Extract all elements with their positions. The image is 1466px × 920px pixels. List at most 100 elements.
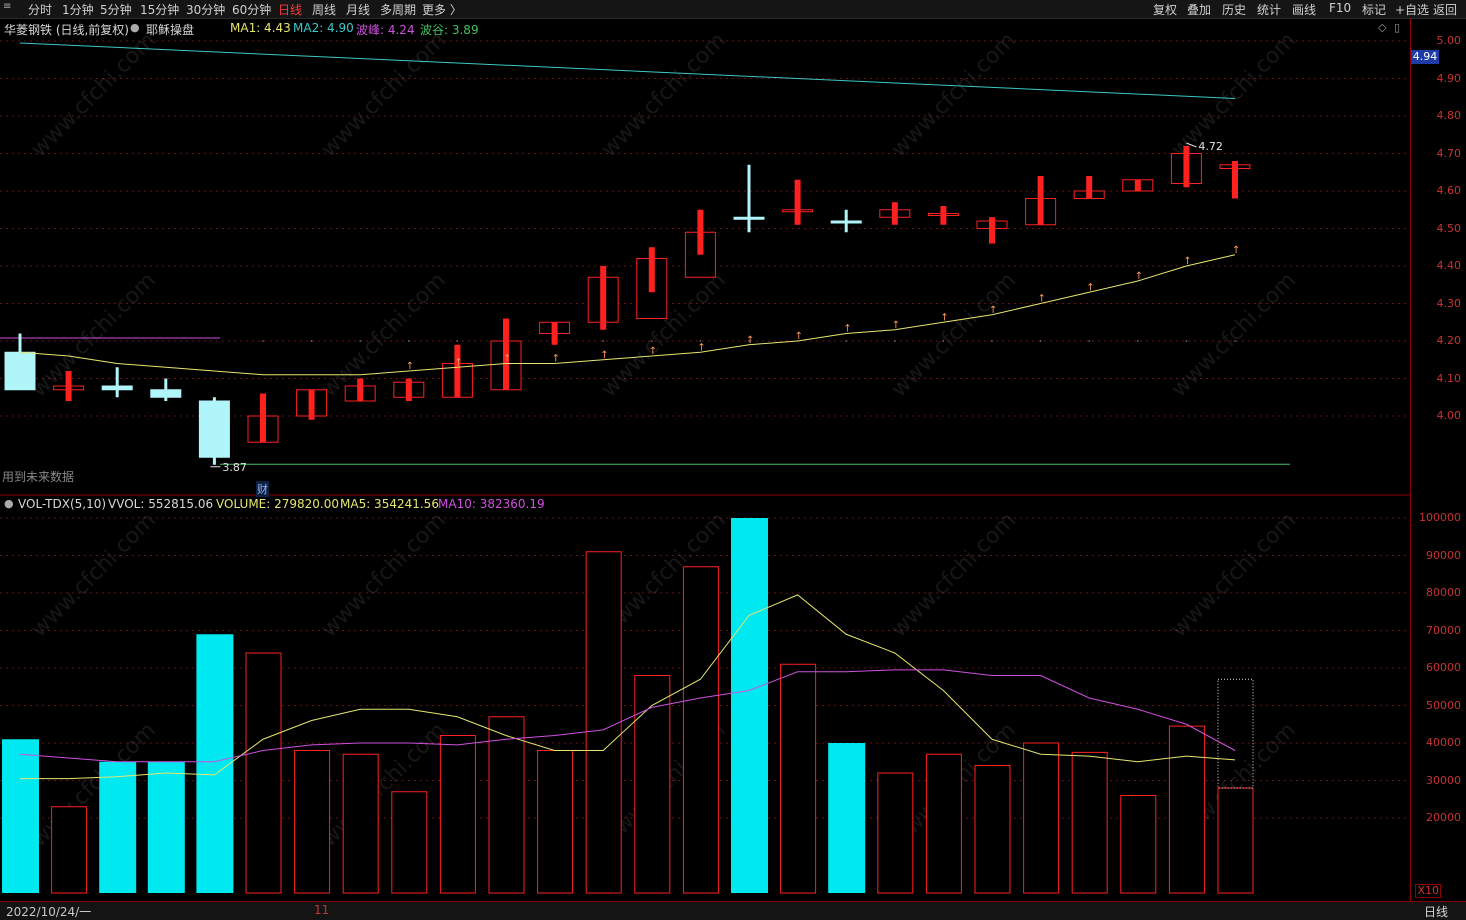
watermark-text: www.cfchi.com bbox=[27, 718, 161, 852]
tool-button-1[interactable]: 叠加 bbox=[1187, 1, 1211, 18]
period-tab-8[interactable]: 月线 bbox=[346, 1, 370, 18]
price-tick: 4.00 bbox=[1436, 409, 1462, 422]
period-tab-6[interactable]: 日线 bbox=[278, 1, 302, 18]
top-toolbar: ≡ 分时 1分钟 5分钟 15分钟 30分钟 60分钟 日线 周线 月线 多周期 更多 〉 复权 叠加… bbox=[0, 0, 1466, 19]
watermark-text: www.cfchi.com bbox=[317, 718, 451, 852]
up-arrow-icon: ↑ bbox=[406, 361, 414, 372]
peak-dot bbox=[262, 340, 264, 342]
candle-core bbox=[989, 217, 995, 244]
peak-dot bbox=[602, 340, 604, 342]
volume-tick: 20000 bbox=[1426, 811, 1461, 824]
watermark-text: www.cfchi.com bbox=[887, 268, 1021, 402]
volume-bar bbox=[1071, 751, 1108, 894]
watermark-text: www.cfchi.com bbox=[887, 28, 1021, 162]
period-tab-9[interactable]: 多周期 bbox=[380, 1, 416, 18]
period-tab-1[interactable]: 1分钟 bbox=[62, 1, 94, 18]
current-price-tag: 4.94 bbox=[1411, 50, 1439, 64]
period-tab-2[interactable]: 5分钟 bbox=[100, 1, 132, 18]
price-tick: 4.90 bbox=[1436, 71, 1462, 85]
tool-button-5[interactable]: F10 bbox=[1329, 1, 1351, 15]
up-arrow-icon: ↑ bbox=[600, 350, 608, 361]
up-arrow-icon: ↑ bbox=[892, 320, 900, 331]
tool-button-2[interactable]: 历史 bbox=[1222, 1, 1246, 18]
low-label: 3.87 bbox=[222, 461, 247, 474]
tool-button-7[interactable]: +自选 bbox=[1395, 1, 1429, 18]
watermark-text: www.cfchi.com bbox=[597, 28, 731, 162]
candle-core bbox=[1134, 179, 1141, 191]
price-axis: 5.00 4.90 4.80 4.70 4.60 4.50 4.40 4.30 4.20 4.10… bbox=[1410, 18, 1466, 901]
watermark-text: www.cfchi.com bbox=[27, 508, 161, 642]
period-tab-3[interactable]: 15分钟 bbox=[140, 1, 179, 18]
volume-tick: 30000 bbox=[1426, 773, 1461, 787]
candle bbox=[296, 389, 328, 420]
candle bbox=[733, 164, 765, 233]
up-arrow-icon: ↑ bbox=[940, 312, 948, 323]
volume-bar bbox=[1217, 787, 1254, 894]
candle bbox=[150, 378, 182, 401]
candles bbox=[4, 146, 1251, 465]
period-tab-5[interactable]: 60分钟 bbox=[232, 1, 271, 18]
candle bbox=[441, 344, 473, 398]
period-label[interactable]: 日线 bbox=[1424, 903, 1448, 920]
volume-bar bbox=[780, 663, 817, 894]
up-arrow-icon: ↑ bbox=[989, 305, 997, 316]
vol-ma5-value: MA5: 354241.56 bbox=[340, 497, 439, 511]
tool-button-4[interactable]: 画线 bbox=[1292, 1, 1316, 18]
volume-bar bbox=[1023, 742, 1060, 894]
tool-button-8[interactable]: 返回 bbox=[1433, 1, 1457, 18]
candle-core bbox=[600, 266, 607, 330]
price-tick: 4.40 bbox=[1436, 259, 1462, 272]
volume-bar bbox=[439, 735, 476, 894]
vol-toggle-icon[interactable]: ● bbox=[4, 497, 14, 510]
volume-bar bbox=[51, 806, 88, 894]
candle bbox=[636, 247, 668, 319]
candle-body bbox=[4, 351, 36, 391]
candle-body bbox=[150, 389, 182, 398]
tool-button-0[interactable]: 复权 bbox=[1153, 1, 1177, 18]
period-tab-0[interactable]: 分时 bbox=[28, 1, 52, 18]
candle bbox=[393, 378, 425, 401]
candle-core bbox=[308, 389, 315, 420]
watermark-text: www.cfchi.com bbox=[317, 268, 451, 402]
chart-labels: 4.72 3.87 bbox=[210, 140, 1223, 474]
candle-body bbox=[830, 220, 862, 224]
menu-icon[interactable]: ≡ bbox=[3, 1, 15, 15]
volume-bar bbox=[391, 791, 428, 894]
vol-indicator-name[interactable]: VOL-TDX(5,10) bbox=[18, 497, 106, 511]
period-tab-4[interactable]: 30分钟 bbox=[186, 1, 225, 18]
volume-bar bbox=[342, 753, 379, 894]
up-arrow-icon: ↑ bbox=[843, 324, 851, 335]
price-tick: 4.30 bbox=[1436, 296, 1462, 310]
period-tab-10[interactable]: 更多 〉 bbox=[422, 1, 462, 18]
price-tick: 4.50 bbox=[1436, 221, 1462, 235]
volume-header: ● VOL-TDX(5,10) VVOL: 552815.06 VOLUME: … bbox=[0, 495, 1410, 513]
up-arrow-icon: ↑ bbox=[552, 354, 560, 365]
volume-bar bbox=[537, 750, 574, 894]
up-arrow-icon: ↑ bbox=[649, 346, 657, 357]
volume-bar bbox=[585, 551, 622, 894]
candle-core bbox=[1232, 161, 1238, 199]
candle-core bbox=[551, 322, 558, 345]
period-tab-7[interactable]: 周线 bbox=[312, 1, 336, 18]
peak-dot bbox=[1039, 340, 1042, 342]
price-tick: 5.00 bbox=[1436, 34, 1462, 47]
candle bbox=[587, 266, 619, 330]
vol-ma10-value: MA10: 382360.19 bbox=[438, 497, 545, 511]
volume-bar bbox=[488, 716, 525, 894]
candle-core bbox=[405, 378, 412, 401]
volume-tick: 90000 bbox=[1426, 548, 1461, 562]
up-arrow-icon: ↑ bbox=[503, 354, 511, 365]
watermark-text: www.cfchi.com bbox=[317, 508, 451, 642]
tool-button-3[interactable]: 统计 bbox=[1257, 1, 1281, 18]
up-arrow-icon: ↑ bbox=[697, 342, 705, 353]
candle bbox=[1073, 176, 1105, 199]
volume-bar bbox=[731, 518, 768, 893]
candle bbox=[1219, 161, 1251, 199]
volume-tick: 40000 bbox=[1426, 736, 1461, 749]
up-arrow-icon: ↑ bbox=[1232, 245, 1240, 256]
candle bbox=[684, 209, 716, 278]
up-arrow-icon: ↑ bbox=[1086, 282, 1094, 293]
kline-chart[interactable]: www.cfchi.com www.cfchi.com www.cfchi.com w… bbox=[0, 18, 1410, 901]
tool-button-6[interactable]: 标记 bbox=[1362, 1, 1386, 18]
volume-tick: 60000 bbox=[1426, 661, 1461, 674]
